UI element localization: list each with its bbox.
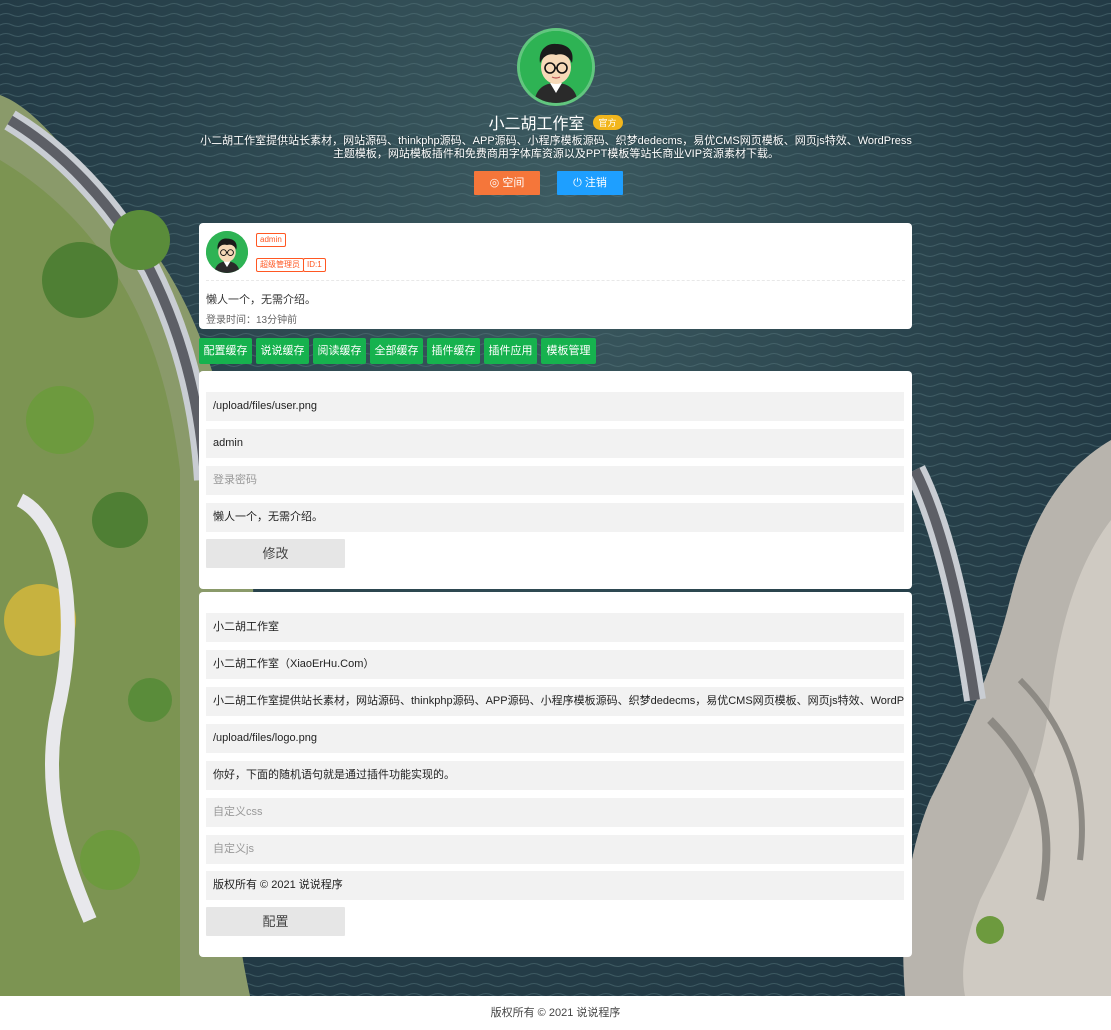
username-tag: admin (256, 233, 286, 247)
site-avatar (517, 28, 595, 106)
config-cache-button[interactable]: 配置缓存 (199, 338, 252, 364)
user-avatar (206, 231, 248, 273)
username-input[interactable]: admin (206, 429, 904, 458)
user-id-tag: ID:1 (303, 258, 326, 272)
password-input[interactable]: 登录密码 (206, 466, 904, 495)
copyright-input[interactable]: 版权所有 © 2021 说说程序 (206, 871, 904, 900)
avatar-path-input[interactable]: /upload/files/user.png (206, 392, 904, 421)
site-title-input[interactable]: 小二胡工作室（XiaoErHu.Com） (206, 650, 904, 679)
login-time: 登录时间：13分钟前 (206, 315, 298, 326)
plugin-cache-button[interactable]: 插件缓存 (427, 338, 480, 364)
config-button[interactable]: 配置 (206, 907, 345, 936)
profile-bio: 懒人一个，无需介绍。 (206, 294, 316, 306)
custom-css-input[interactable]: 自定义css (206, 798, 904, 827)
power-icon: ⏻ (573, 177, 582, 189)
site-description: 小二胡工作室提供站长素材，网站源码、thinkphp源码、APP源码、小程序模板… (200, 135, 912, 160)
all-cache-button[interactable]: 全部缓存 (370, 338, 423, 364)
post-cache-button[interactable]: 说说缓存 (256, 338, 309, 364)
footer-copyright: 版权所有 © 2021 说说程序 (490, 1007, 621, 1019)
page-footer: 版权所有 © 2021 说说程序 (0, 996, 1111, 1030)
space-button[interactable]: ◎ 空间 (474, 171, 540, 195)
cartoon-avatar-icon (520, 31, 592, 103)
logout-button[interactable]: ⏻ 注销 (557, 171, 623, 195)
user-form: /upload/files/user.png admin 登录密码 懒人一个，无… (199, 371, 912, 589)
read-cache-button[interactable]: 阅读缓存 (313, 338, 366, 364)
custom-js-input[interactable]: 自定义js (206, 835, 904, 864)
site-description-input[interactable]: 小二胡工作室提供站长素材，网站源码、thinkphp源码、APP源码、小程序模板… (206, 687, 904, 716)
template-manage-button[interactable]: 模板管理 (541, 338, 596, 364)
divider (206, 280, 905, 281)
space-button-label: 空间 (502, 177, 525, 189)
cartoon-avatar-icon (206, 231, 248, 273)
config-form: 小二胡工作室 小二胡工作室（XiaoErHu.Com） 小二胡工作室提供站长素材… (199, 592, 912, 957)
role-tag: 超级管理员 (256, 258, 304, 272)
notice-input[interactable]: 你好，下面的随机语句就是通过插件功能实现的。 (206, 761, 904, 790)
bio-input[interactable]: 懒人一个，无需介绍。 (206, 503, 904, 532)
official-badge: 官方 (592, 114, 623, 130)
site-title-row: 小二胡工作室 官方 (0, 110, 1111, 134)
compass-icon: ◎ (489, 177, 500, 189)
modify-button[interactable]: 修改 (206, 539, 345, 568)
profile-card: admin 超级管理员 ID:1 懒人一个，无需介绍。 登录时间：13分钟前 (199, 223, 912, 329)
logo-path-input[interactable]: /upload/files/logo.png (206, 724, 904, 753)
site-name-input[interactable]: 小二胡工作室 (206, 613, 904, 642)
logout-button-label: 注销 (584, 177, 607, 189)
plugin-apply-button[interactable]: 插件应用 (484, 338, 537, 364)
site-title: 小二胡工作室 (488, 116, 585, 133)
